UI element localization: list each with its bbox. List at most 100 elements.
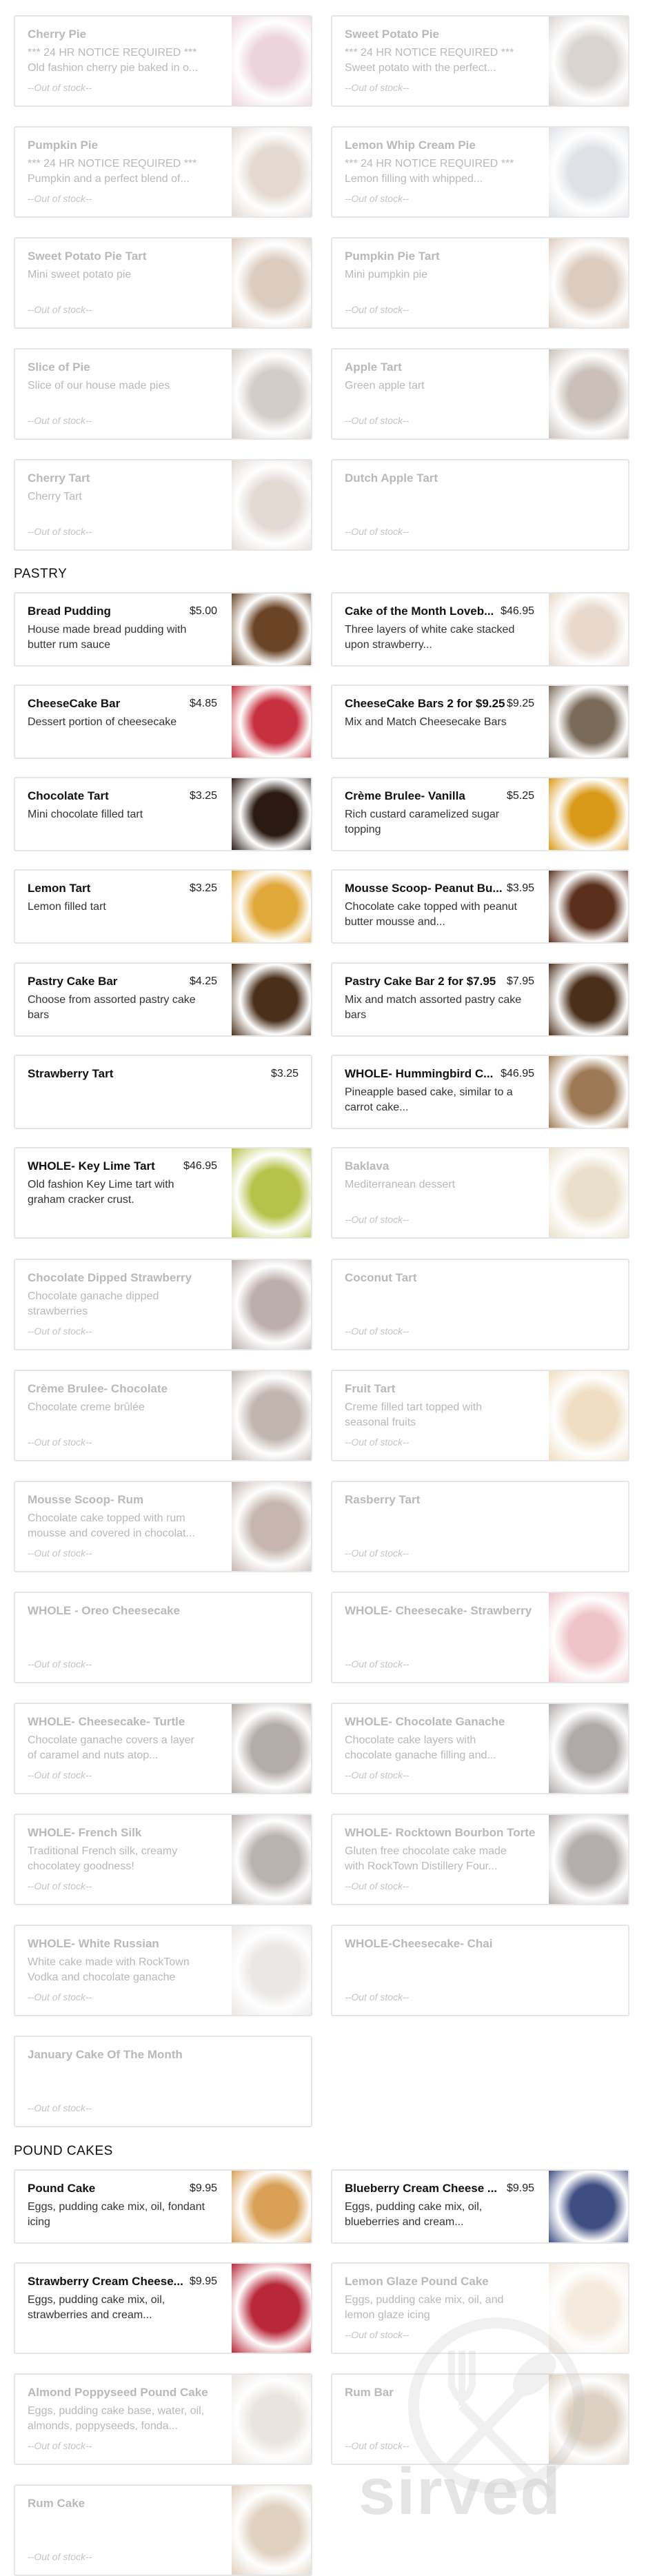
menu-item-card[interactable]: Slice of Pie Slice of our house made pies… xyxy=(14,348,312,440)
menu-item-name: Bread Pudding xyxy=(28,605,111,618)
menu-item-description: Chocolate cake layers with chocolate gan… xyxy=(345,1734,496,1761)
menu-item-card[interactable]: WHOLE- Key Lime Tart $46.95 Old fashion Ke… xyxy=(14,1147,312,1239)
menu-item-name: WHOLE - Oreo Cheesecake xyxy=(28,1604,181,1617)
menu-item-card[interactable]: Coconut Tart --Out of stock-- xyxy=(331,1259,629,1350)
blueberry-pound-photo xyxy=(549,2171,628,2242)
menu-item-card[interactable]: Bread Pudding $5.00 House made bread puddi… xyxy=(14,592,312,667)
menu-item-card[interactable]: Sweet Potato Pie *** 24 HR NOTICE REQUIRE… xyxy=(331,15,629,107)
menu-item-card[interactable]: Cherry Pie *** 24 HR NOTICE REQUIRED *** … xyxy=(14,15,312,107)
menu-item-card[interactable]: Crème Brulee- Vanilla $5.25 Rich custard c… xyxy=(331,777,629,851)
menu-item-card[interactable]: Cake of the Month Loveb... $46.95 Three la… xyxy=(331,592,629,667)
menu-item-card[interactable]: Strawberry Cream Cheese... $9.95 Eggs, pud… xyxy=(14,2262,312,2354)
menu-item-name: WHOLE- Cheesecake- Turtle xyxy=(28,1715,185,1728)
white-russian-photo xyxy=(232,1926,311,2015)
menu-item-card[interactable]: Blueberry Cream Cheese ... $9.95 Eggs, pud… xyxy=(331,2169,629,2244)
menu-item-description: House made bread pudding with butter rum… xyxy=(28,624,187,651)
menu-item-card[interactable]: Sweet Potato Pie Tart Mini sweet potato p… xyxy=(14,237,312,329)
menu-item-description: Mix and Match Cheesecake Bars xyxy=(345,716,507,728)
hummingbird-cake-photo xyxy=(549,1056,628,1128)
sirved-watermark-text: sirved xyxy=(359,2455,562,2528)
menu-item-description: Mix and match assorted pastry cake bars xyxy=(345,994,522,1021)
menu-item-card[interactable]: Pastry Cake Bar $4.25 Choose from assorted… xyxy=(14,962,312,1037)
menu-item-price: $4.25 xyxy=(189,975,217,987)
menu-item-card[interactable]: CheeseCake Bars 2 for $9.25 $9.25 Mix and … xyxy=(331,684,629,759)
menu-item-card[interactable]: Mousse Scoop- Rum Chocolate cake topped w… xyxy=(14,1481,312,1572)
menu-item-name: Lemon Glaze Pound Cake xyxy=(345,2275,489,2288)
menu-item-price: $3.25 xyxy=(189,882,217,894)
menu-item-card[interactable]: Apple Tart Green apple tart --Out of stock… xyxy=(331,348,629,440)
menu-item-description: Eggs, pudding cake mix, oil, blueberries… xyxy=(345,2201,483,2228)
menu-item-card[interactable]: Mousse Scoop- Peanut Bu... $3.95 Chocolate… xyxy=(331,869,629,944)
menu-item-card[interactable]: Crème Brulee- Chocolate Chocolate creme b… xyxy=(14,1370,312,1461)
menu-item-name: Strawberry Tart xyxy=(28,1067,114,1080)
french-silk-photo xyxy=(232,1815,311,1904)
menu-item-name: Sweet Potato Pie Tart xyxy=(28,250,147,263)
menu-item-card[interactable]: Pound Cake $9.95 Eggs, pudding cake mix, o… xyxy=(14,2169,312,2244)
cherry-tart-photo xyxy=(232,460,311,549)
menu-item-card[interactable]: WHOLE-Cheesecake- Chai --Out of stock-- xyxy=(331,1925,629,2016)
out-of-stock-label: --Out of stock-- xyxy=(345,1548,410,1559)
menu-item-name: Crème Brulee- Chocolate xyxy=(28,1382,168,1395)
menu-item-name: Baklava xyxy=(345,1159,390,1173)
out-of-stock-label: --Out of stock-- xyxy=(345,1659,410,1670)
apple-tart-photo xyxy=(549,349,628,438)
fruit-tart-photo xyxy=(549,1371,628,1460)
menu-item-description: Mini chocolate filled tart xyxy=(28,809,143,820)
sweet-potato-tart-photo xyxy=(232,239,311,327)
out-of-stock-label: --Out of stock-- xyxy=(345,1214,410,1225)
menu-item-card[interactable]: Baklava Mediterranean dessert --Out of sto… xyxy=(331,1147,629,1239)
menu-item-price: $3.25 xyxy=(270,1068,299,1079)
menu-item-card[interactable]: January Cake Of The Month --Out of stock-… xyxy=(14,2036,312,2127)
menu-item-card[interactable]: WHOLE- Cheesecake- Strawberry --Out of st… xyxy=(331,1592,629,1683)
bread-pudding-photo xyxy=(232,594,311,665)
menu-item-description: Mediterranean dessert xyxy=(345,1179,456,1190)
menu-item-card[interactable]: Pumpkin Pie *** 24 HR NOTICE REQUIRED ***… xyxy=(14,126,312,218)
menu-item-price: $46.95 xyxy=(183,1160,217,1172)
menu-item-card[interactable]: Chocolate Dipped Strawberry Chocolate gan… xyxy=(14,1259,312,1350)
menu-item-card[interactable]: Almond Poppyseed Pound Cake Eggs, pudding… xyxy=(14,2373,312,2465)
menu-item-card[interactable]: Cherry Tart Cherry Tart --Out of stock-- xyxy=(14,459,312,551)
out-of-stock-label: --Out of stock-- xyxy=(28,1659,92,1670)
menu-item-description: Eggs, pudding cake base, water, oil, alm… xyxy=(28,2405,205,2432)
menu-item-card[interactable]: Lemon Whip Cream Pie *** 24 HR NOTICE REQ… xyxy=(331,126,629,218)
menu-item-card[interactable]: Pastry Cake Bar 2 for $7.95 $7.95 Mix and … xyxy=(331,962,629,1037)
out-of-stock-label: --Out of stock-- xyxy=(28,526,92,537)
menu-item-description: Rich custard caramelized sugar topping xyxy=(345,809,500,835)
menu-item-card[interactable]: WHOLE- French Silk Traditional French sil… xyxy=(14,1814,312,1905)
out-of-stock-label: --Out of stock-- xyxy=(345,1437,410,1448)
menu-item-name: WHOLE- Chocolate Ganache xyxy=(345,1715,505,1728)
menu-item-card[interactable]: WHOLE- White Russian White cake made with… xyxy=(14,1925,312,2016)
menu-item-name: Lemon Whip Cream Pie xyxy=(345,139,476,152)
out-of-stock-label: --Out of stock-- xyxy=(28,2440,92,2451)
menu-item-description: Old fashion Key Lime tart with graham cr… xyxy=(28,1179,174,1206)
menu-item-description: Three layers of white cake stacked upon … xyxy=(345,624,515,651)
menu-item-name: Apple Tart xyxy=(345,361,402,374)
menu-item-card[interactable]: WHOLE- Hummingbird C... $46.95 Pineapple b… xyxy=(331,1055,629,1129)
menu-item-card[interactable]: WHOLE- Cheesecake- Turtle Chocolate ganac… xyxy=(14,1703,312,1794)
pumpkin-pie-photo xyxy=(232,128,311,216)
menu-item-card[interactable]: Pumpkin Pie Tart Mini pumpkin pie --Out of… xyxy=(331,237,629,329)
menu-item-card[interactable]: WHOLE - Oreo Cheesecake --Out of stock-- xyxy=(14,1592,312,1683)
menu-item-price: $9.95 xyxy=(506,2182,534,2194)
menu-item-card[interactable]: Lemon Tart $3.25 Lemon filled tart xyxy=(14,869,312,944)
menu-item-price: $4.85 xyxy=(189,698,217,709)
cherry-pie-photo xyxy=(232,17,311,105)
menu-item-name: Cherry Pie xyxy=(28,28,87,41)
menu-item-card[interactable]: Rum Cake --Out of stock-- xyxy=(14,2484,312,2576)
turtle-cheesecake-photo xyxy=(232,1704,311,1793)
menu-item-card[interactable]: Rasberry Tart --Out of stock-- xyxy=(331,1481,629,1572)
menu-item-card[interactable]: WHOLE- Rocktown Bourbon Torte Gluten free… xyxy=(331,1814,629,1905)
menu-item-card[interactable]: Dutch Apple Tart --Out of stock-- xyxy=(331,459,629,551)
menu-item-card[interactable]: Strawberry Tart $3.25 xyxy=(14,1055,312,1129)
menu-item-card[interactable]: CheeseCake Bar $4.85 Dessert portion of ch… xyxy=(14,684,312,759)
menu-item-name: Strawberry Cream Cheese... xyxy=(28,2275,183,2288)
menu-item-description: *** 24 HR NOTICE REQUIRED *** Lemon fill… xyxy=(345,158,514,185)
menu-item-name: Fruit Tart xyxy=(345,1382,396,1395)
menu-item-card[interactable]: Fruit Tart Creme filled tart topped with … xyxy=(331,1370,629,1461)
out-of-stock-label: --Out of stock-- xyxy=(28,1880,92,1892)
menu-item-card[interactable]: Chocolate Tart $3.25 Mini chocolate filled… xyxy=(14,777,312,851)
menu-item-name: Sweet Potato Pie xyxy=(345,28,439,41)
menu-item-description: Chocolate ganache covers a layer of cara… xyxy=(28,1734,194,1761)
menu-item-card[interactable]: WHOLE- Chocolate Ganache Chocolate cake l… xyxy=(331,1703,629,1794)
menu-item-description: Cherry Tart xyxy=(28,491,82,503)
